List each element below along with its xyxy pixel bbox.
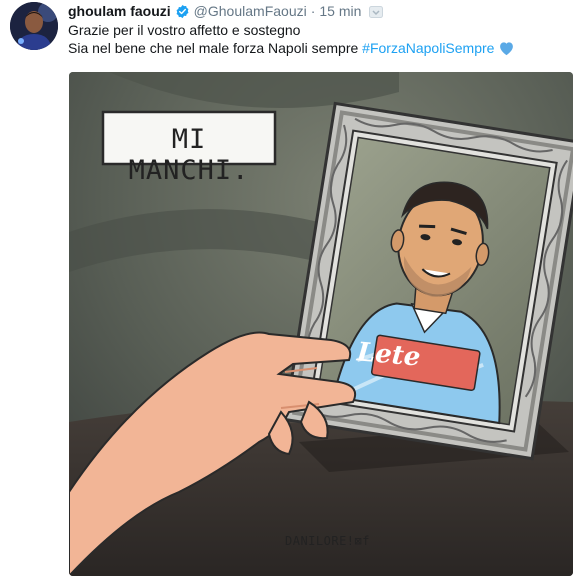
artist-signature: DANILORE!⊠f <box>285 534 370 548</box>
blue-heart-icon <box>498 40 515 59</box>
tweet-text: Sia nel bene che nel male forza Napoli s… <box>68 40 363 56</box>
tweet-text-line-1: Grazie per il vostro affetto e sostegno <box>68 22 301 38</box>
tweet: ghoulam faouzi @GhoulamFaouzi · 15 min G… <box>0 0 575 578</box>
tweet-media-image[interactable]: MI MANCHI. Lete DANILORE!⊠f <box>69 72 573 576</box>
avatar[interactable] <box>10 2 58 50</box>
tweet-text-line-2: Sia nel bene che nel male forza Napoli s… <box>68 40 515 59</box>
display-name[interactable]: ghoulam faouzi <box>68 3 171 19</box>
tweet-timestamp[interactable]: 15 min <box>319 3 361 19</box>
hashtag-link[interactable]: #ForzaNapoliSempre <box>362 40 494 56</box>
tweet-header: ghoulam faouzi @GhoulamFaouzi · 15 min <box>68 2 384 20</box>
speech-bubble-text: MI MANCHI. <box>128 124 250 186</box>
avatar-image <box>10 2 58 50</box>
user-handle[interactable]: @GhoulamFaouzi <box>194 3 307 19</box>
shirt-sponsor-text: Lete <box>355 337 422 373</box>
verified-badge-icon <box>175 4 190 19</box>
chevron-down-icon[interactable] <box>369 5 384 18</box>
meta-separator: · <box>310 3 316 19</box>
